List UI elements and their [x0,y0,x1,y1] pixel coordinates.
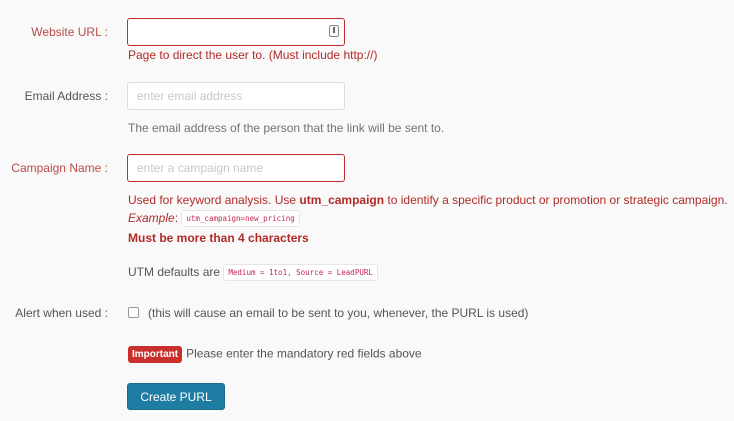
email-address-help: The email address of the person that the… [128,121,445,135]
campaign-help-prefix: Used for keyword analysis. Use [128,193,300,207]
mandatory-notice: Important Please enter the mandatory red … [128,346,422,363]
create-purl-button[interactable]: Create PURL [127,383,225,410]
campaign-name-error: Must be more than 4 characters [128,231,309,245]
alert-description: (this will cause an email to be sent to … [148,306,529,320]
campaign-name-label: Campaign Name : [11,161,108,175]
alert-checkbox[interactable] [128,307,139,318]
alert-when-used-label: Alert when used : [15,306,108,320]
campaign-example-code: utm_campaign=new_pricing [181,210,300,228]
email-address-label: Email Address : [24,89,108,103]
mandatory-notice-text: Please enter the mandatory red fields ab… [186,346,422,361]
website-url-help: Page to direct the user to. (Must includ… [128,48,378,62]
campaign-example-label: Example [128,211,175,225]
email-address-input[interactable] [127,82,345,110]
autofill-icon[interactable] [329,25,339,37]
website-url-input[interactable] [127,18,345,46]
utm-defaults-code: Medium = 1to1, Source = LeadPURL [223,264,378,282]
website-url-label: Website URL : [31,25,108,39]
utm-defaults-text: UTM defaults are [128,265,221,279]
campaign-example-colon: : [174,211,179,225]
campaign-help-suffix: to identify a specific product or promot… [384,193,728,207]
campaign-name-help: Used for keyword analysis. Use utm_campa… [128,193,728,207]
campaign-example: Example: utm_campaign=new_pricing [128,210,300,228]
important-badge: Important [128,346,183,363]
campaign-name-input[interactable] [127,154,345,182]
utm-defaults: UTM defaults are Medium = 1to1, Source =… [128,264,378,282]
campaign-help-keyword: utm_campaign [299,193,385,207]
